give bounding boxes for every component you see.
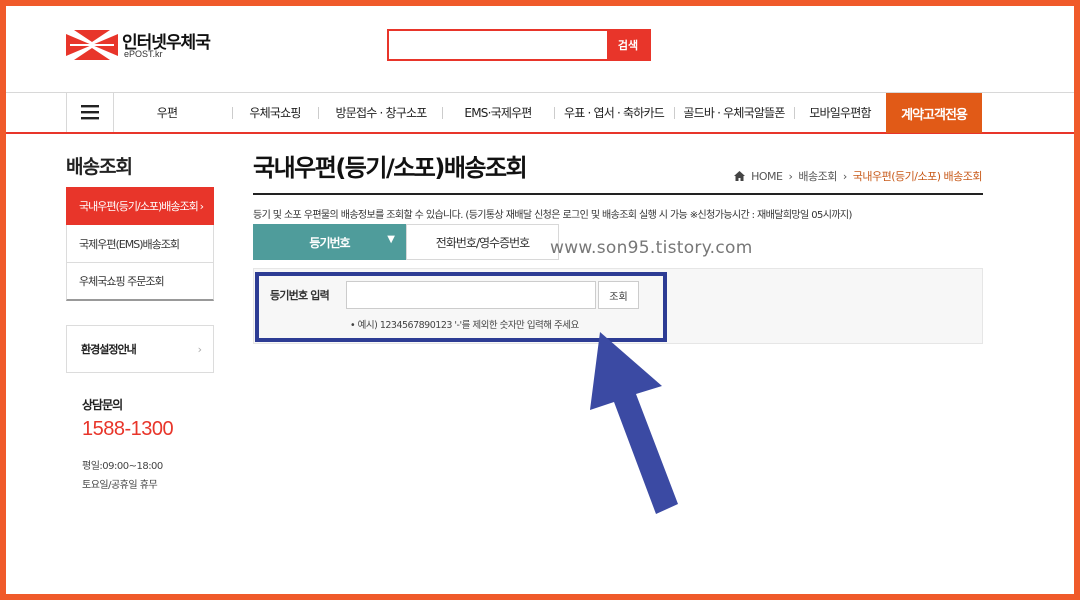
breadcrumb-home[interactable]: HOME	[751, 170, 783, 183]
contact-title: 상담문의	[82, 398, 123, 412]
tab-phone-receipt[interactable]: 전화번호/영수증번호	[406, 224, 559, 260]
hamburger-icon	[81, 105, 99, 120]
hours-weekend: 토요일/공휴일 휴무	[82, 480, 158, 491]
tab-registered-number[interactable]: 등기번호 ▼	[253, 224, 406, 260]
sidebar-item-label: 우체국쇼핑 주문조회	[79, 275, 165, 288]
breadcrumb-current: 국내우편(등기/소포) 배송조회	[852, 170, 983, 183]
search-button[interactable]: 검색	[607, 31, 649, 59]
tab-label: 전화번호/영수증번호	[435, 235, 530, 250]
nav-divider	[794, 107, 795, 119]
brand-sub: ePOST.kr	[124, 49, 163, 59]
nav-item-ems[interactable]: EMS·국제우편	[446, 93, 550, 132]
hours-weekday: 평일:09:00~18:00	[82, 461, 163, 472]
nav-divider	[232, 107, 233, 119]
main-nav: 우편 우체국쇼핑 방문접수 · 창구소포 EMS·국제우편 우표 · 엽서 · …	[6, 92, 1074, 134]
logo-mark-icon	[66, 30, 118, 60]
nav-item-visit-parcel[interactable]: 방문접수 · 창구소포	[322, 93, 440, 132]
sidebar-item-label: 국제우편(EMS)배송조회	[79, 237, 180, 251]
environment-settings-link[interactable]: 환경설정안내 ›	[66, 325, 214, 373]
title-divider	[253, 193, 983, 195]
nav-divider	[442, 107, 443, 119]
epost-logo[interactable]: 인터넷우체국 ePOST.kr	[66, 28, 216, 64]
sidebar-title: 배송조회	[66, 156, 133, 178]
sidebar-item-label: 국내우편(등기/소포)배송조회	[79, 200, 199, 213]
search-box: 검색	[387, 29, 651, 61]
breadcrumb-separator-icon: ›	[788, 169, 793, 183]
breadcrumb-separator-icon: ›	[842, 169, 847, 183]
chevron-right-icon: ›	[199, 199, 205, 213]
nav-item-post[interactable]: 우편	[134, 93, 200, 132]
annotation-arrow-icon	[590, 332, 678, 514]
nav-divider	[554, 107, 555, 119]
sidebar-item-shopping-orders[interactable]: 우체국쇼핑 주문조회	[66, 263, 214, 301]
sidebar-menu: 국내우편(등기/소포)배송조회 › 국제우편(EMS)배송조회 우체국쇼핑 주문…	[66, 187, 214, 301]
contact-hours: 평일:09:00~18:00 토요일/공휴일 휴무	[82, 457, 163, 495]
tab-label: 등기번호	[309, 235, 350, 250]
search-input[interactable]	[389, 31, 607, 59]
home-icon	[734, 171, 746, 181]
page-description: 등기 및 소포 우편물의 배송정보를 조회할 수 있습니다. (등기통상 재배달…	[253, 210, 852, 221]
nav-item-mobile-mailbox[interactable]: 모바일우편함	[800, 93, 880, 132]
nav-item-contract-customer[interactable]: 계약고객전용	[886, 93, 982, 133]
nav-item-shopping[interactable]: 우체국쇼핑	[234, 93, 316, 132]
menu-button[interactable]	[66, 93, 114, 132]
contact-phone: 1588-1300	[82, 418, 174, 440]
nav-divider	[318, 107, 319, 119]
page-title: 국내우편(등기/소포)배송조회	[253, 154, 528, 182]
breadcrumb-tracking[interactable]: 배송조회	[798, 168, 837, 184]
nav-divider	[674, 107, 675, 119]
breadcrumb: HOME › 배송조회 › 국내우편(등기/소포) 배송조회	[734, 168, 983, 184]
environment-settings-label: 환경설정안내	[81, 343, 137, 356]
watermark: www.son95.tistory.com	[550, 238, 753, 258]
sidebar-item-domestic-tracking[interactable]: 국내우편(등기/소포)배송조회 ›	[66, 187, 214, 225]
nav-item-stamps[interactable]: 우표 · 엽서 · 축하카드	[558, 93, 670, 132]
chevron-down-icon: ▼	[387, 234, 395, 245]
chevron-right-icon: ›	[197, 342, 203, 356]
nav-item-goldbar[interactable]: 골드바 · 우체국알뜰폰	[678, 93, 790, 132]
sidebar-item-ems-tracking[interactable]: 국제우편(EMS)배송조회	[66, 225, 214, 263]
